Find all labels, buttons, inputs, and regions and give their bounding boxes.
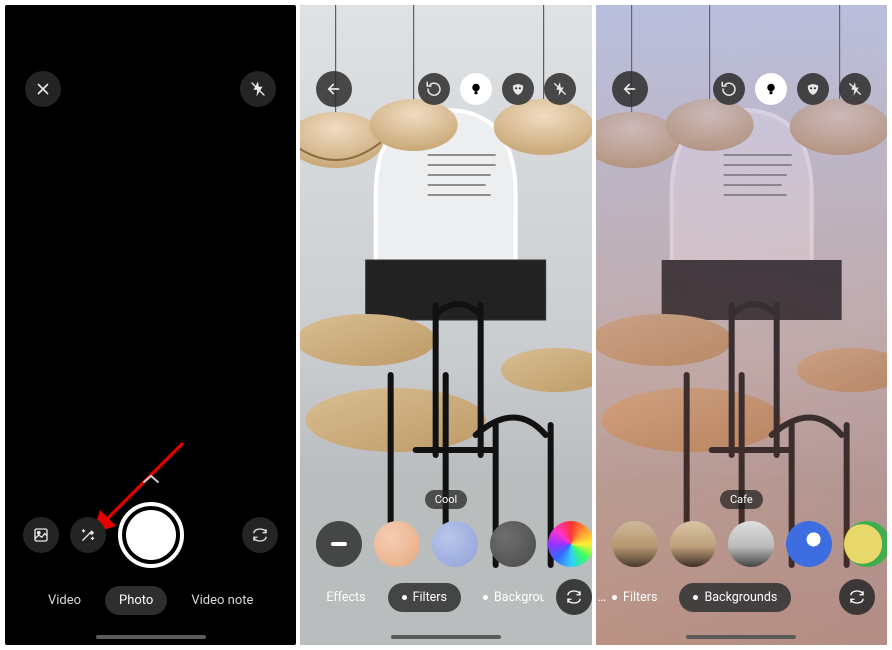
background-swatches <box>596 521 887 567</box>
back-button[interactable] <box>316 71 352 107</box>
tab-effects[interactable]: Effects <box>312 583 379 612</box>
tab-backgrounds[interactable]: Backgrounds <box>679 583 791 612</box>
undo-button[interactable] <box>713 73 745 105</box>
tab-filters[interactable]: Filters <box>388 583 461 612</box>
close-button[interactable] <box>25 71 61 107</box>
filter-warm[interactable] <box>374 521 420 567</box>
camera-flip-button[interactable] <box>556 579 592 615</box>
bg-abstract-1[interactable] <box>786 521 832 567</box>
camera-flip-button[interactable] <box>839 579 875 615</box>
bg-abstract-2[interactable] <box>844 521 887 567</box>
shutter-button[interactable] <box>118 502 184 568</box>
filter-name-label: Cool <box>425 490 467 509</box>
mode-photo[interactable]: Photo <box>105 586 167 615</box>
home-indicator <box>96 635 206 639</box>
camera-flip-button[interactable] <box>242 517 278 553</box>
filter-rainbow[interactable] <box>548 521 591 567</box>
undo-button[interactable] <box>418 73 450 105</box>
light-button[interactable] <box>755 73 787 105</box>
filter-swatches <box>300 521 591 567</box>
home-indicator <box>391 635 501 639</box>
tab-backgrounds[interactable]: Backgrounds <box>469 583 544 612</box>
filter-cool[interactable] <box>432 521 478 567</box>
tab-filters[interactable]: …Filters <box>598 583 672 612</box>
mode-video[interactable]: Video <box>34 586 95 615</box>
flash-off-button[interactable] <box>240 71 276 107</box>
gallery-button[interactable] <box>23 517 59 553</box>
effects-button[interactable] <box>70 517 106 553</box>
flash-off-button[interactable] <box>839 73 871 105</box>
light-button[interactable] <box>460 73 492 105</box>
filter-gray[interactable] <box>490 521 536 567</box>
bg-cafe-2[interactable] <box>670 521 716 567</box>
camera-screen-backgrounds: Cafe …Filters Backgrounds <box>596 5 887 645</box>
mask-button[interactable] <box>502 73 534 105</box>
camera-screen-filters: Cool Effects Filters Backgrounds <box>300 5 591 645</box>
back-button[interactable] <box>612 71 648 107</box>
home-indicator <box>686 635 796 639</box>
camera-screen-dark: Video Photo Video note <box>5 5 296 645</box>
background-name-label: Cafe <box>720 490 763 509</box>
flash-off-button[interactable] <box>544 73 576 105</box>
bg-cafe-3[interactable] <box>728 521 774 567</box>
bg-cafe-1[interactable] <box>612 521 658 567</box>
chevron-up-icon[interactable] <box>142 472 160 488</box>
mode-video-note[interactable]: Video note <box>177 586 267 615</box>
filter-reset[interactable] <box>316 521 362 567</box>
mask-button[interactable] <box>797 73 829 105</box>
